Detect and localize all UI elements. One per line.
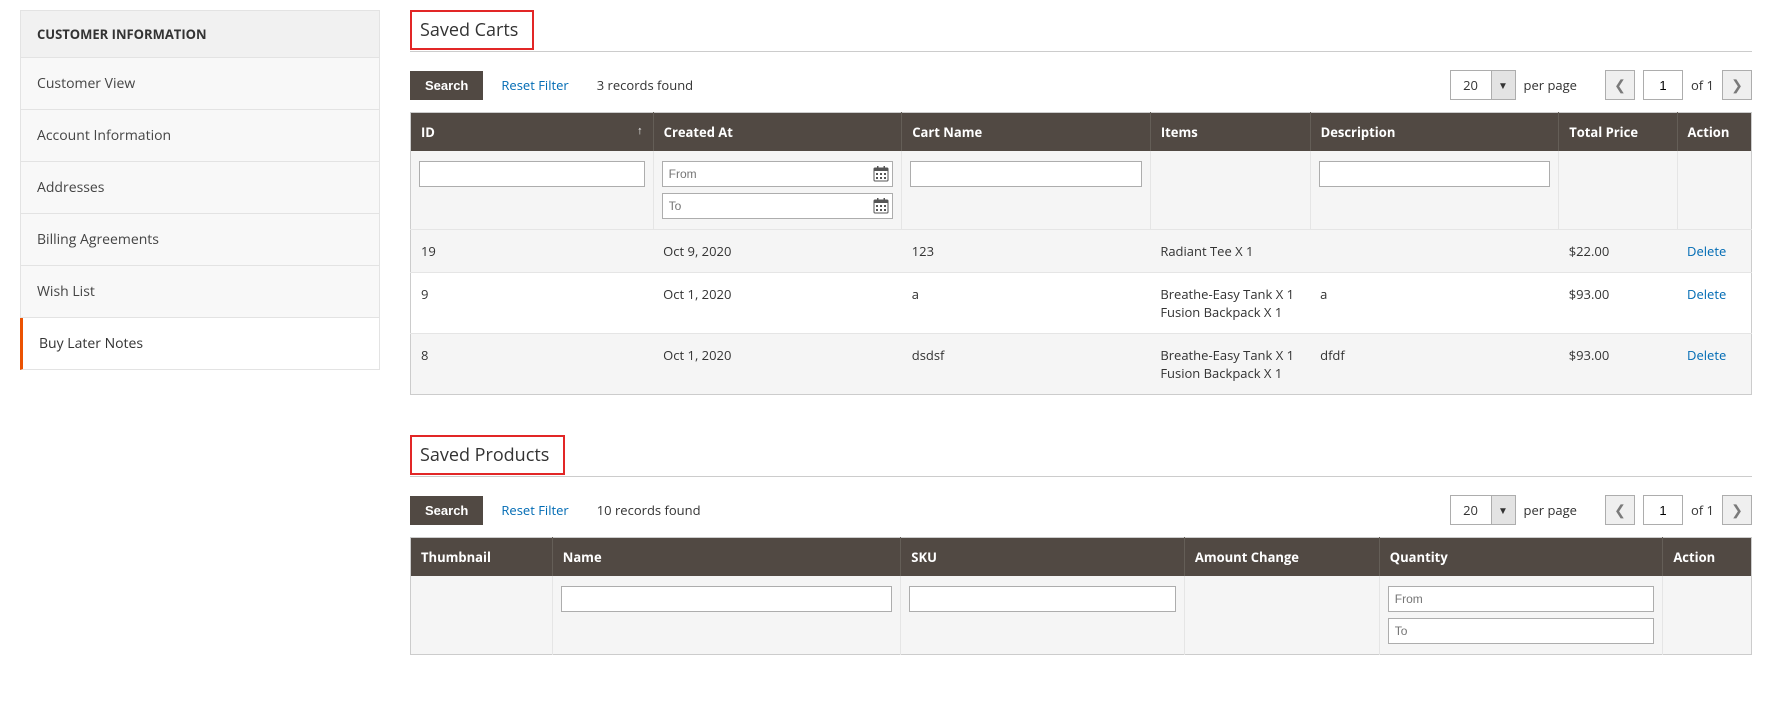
sidebar-item-label: Wish List — [37, 282, 95, 301]
saved-products-title: Saved Products — [410, 435, 565, 475]
table-row: 19 Oct 9, 2020 123 Radiant Tee X 1 $22.0… — [411, 230, 1752, 273]
cell-items: Breathe-Easy Tank X 1 Fusion Backpack X … — [1150, 334, 1310, 395]
filter-name-input[interactable] — [561, 586, 893, 612]
filter-id-input[interactable] — [419, 161, 645, 187]
col-header-sku[interactable]: SKU — [901, 538, 1185, 577]
search-button[interactable]: Search — [410, 71, 483, 100]
saved-carts-title: Saved Carts — [410, 10, 534, 50]
calendar-icon[interactable] — [873, 198, 889, 214]
cell-items: Radiant Tee X 1 — [1150, 230, 1310, 273]
reset-filter-link[interactable]: Reset Filter — [501, 76, 568, 94]
sidebar-item-addresses[interactable]: Addresses — [20, 162, 380, 214]
cell-cart-name: 123 — [902, 230, 1151, 273]
perpage-select[interactable]: 20 ▼ — [1450, 70, 1516, 100]
filter-row — [411, 576, 1752, 655]
col-header-thumbnail[interactable]: Thumbnail — [411, 538, 553, 577]
cell-created-at: Oct 1, 2020 — [653, 334, 902, 395]
filter-qty-from-input[interactable] — [1388, 586, 1655, 612]
delete-link[interactable]: Delete — [1687, 242, 1726, 260]
col-header-id[interactable]: ID↑ — [411, 113, 654, 152]
sidebar-item-label: Customer View — [37, 74, 135, 93]
filter-date-from-input[interactable] — [662, 161, 894, 187]
cell-description — [1310, 230, 1559, 273]
prev-page-button[interactable]: ❮ — [1605, 70, 1635, 100]
col-header-cart-name[interactable]: Cart Name — [902, 113, 1151, 152]
perpage-value: 20 — [1451, 496, 1491, 524]
sidebar-item-wish-list[interactable]: Wish List — [20, 266, 380, 318]
col-header-description[interactable]: Description — [1310, 113, 1559, 152]
col-header-quantity[interactable]: Quantity — [1379, 538, 1663, 577]
filter-row — [411, 151, 1752, 230]
page-of-label: of 1 — [1691, 76, 1714, 94]
page-input[interactable] — [1643, 70, 1683, 100]
filter-cart-name-input[interactable] — [910, 161, 1142, 187]
saved-products-toolbar: Search Reset Filter 10 records found 20 … — [410, 495, 1752, 525]
cell-created-at: Oct 1, 2020 — [653, 273, 902, 334]
perpage-label: per page — [1524, 501, 1577, 519]
page-of-label: of 1 — [1691, 501, 1714, 519]
cell-total-price: $93.00 — [1559, 273, 1677, 334]
saved-carts-toolbar: Search Reset Filter 3 records found 20 ▼… — [410, 70, 1752, 100]
calendar-icon[interactable] — [873, 166, 889, 182]
delete-link[interactable]: Delete — [1687, 285, 1726, 303]
reset-filter-link[interactable]: Reset Filter — [501, 501, 568, 519]
col-header-created-at[interactable]: Created At — [653, 113, 902, 152]
table-row: 9 Oct 1, 2020 a Breathe-Easy Tank X 1 Fu… — [411, 273, 1752, 334]
cell-id: 9 — [411, 273, 654, 334]
col-header-amount-change[interactable]: Amount Change — [1184, 538, 1379, 577]
cell-created-at: Oct 9, 2020 — [653, 230, 902, 273]
cell-cart-name: dsdsf — [902, 334, 1151, 395]
sort-asc-icon: ↑ — [637, 123, 643, 138]
records-found-label: 10 records found — [597, 501, 701, 519]
col-header-total-price[interactable]: Total Price — [1559, 113, 1677, 152]
search-button[interactable]: Search — [410, 496, 483, 525]
sidebar-item-label: Addresses — [37, 178, 104, 197]
col-header-action: Action — [1663, 538, 1752, 577]
cell-description: a — [1310, 273, 1559, 334]
filter-sku-input[interactable] — [909, 586, 1176, 612]
next-page-button[interactable]: ❯ — [1722, 70, 1752, 100]
prev-page-button[interactable]: ❮ — [1605, 495, 1635, 525]
cell-cart-name: a — [902, 273, 1151, 334]
sidebar-item-buy-later-notes[interactable]: Buy Later Notes — [20, 318, 380, 370]
table-row: 8 Oct 1, 2020 dsdsf Breathe-Easy Tank X … — [411, 334, 1752, 395]
filter-qty-to-input[interactable] — [1388, 618, 1655, 644]
sidebar-item-account-information[interactable]: Account Information — [20, 110, 380, 162]
saved-carts-grid: ID↑ Created At Cart Name Items Descripti… — [410, 112, 1752, 395]
cell-total-price: $22.00 — [1559, 230, 1677, 273]
col-header-action: Action — [1677, 113, 1751, 152]
cell-items: Breathe-Easy Tank X 1 Fusion Backpack X … — [1150, 273, 1310, 334]
customer-info-sidebar: CUSTOMER INFORMATION Customer View Accou… — [20, 10, 380, 655]
filter-date-to-input[interactable] — [662, 193, 894, 219]
cell-id: 8 — [411, 334, 654, 395]
sidebar-item-billing-agreements[interactable]: Billing Agreements — [20, 214, 380, 266]
chevron-down-icon[interactable]: ▼ — [1491, 496, 1515, 524]
perpage-label: per page — [1524, 76, 1577, 94]
page-input[interactable] — [1643, 495, 1683, 525]
sidebar-item-customer-view[interactable]: Customer View — [20, 58, 380, 110]
filter-description-input[interactable] — [1319, 161, 1551, 187]
records-found-label: 3 records found — [597, 76, 693, 94]
sidebar-header: CUSTOMER INFORMATION — [20, 10, 380, 58]
sidebar-item-label: Billing Agreements — [37, 230, 159, 249]
chevron-down-icon[interactable]: ▼ — [1491, 71, 1515, 99]
cell-total-price: $93.00 — [1559, 334, 1677, 395]
next-page-button[interactable]: ❯ — [1722, 495, 1752, 525]
perpage-value: 20 — [1451, 71, 1491, 99]
sidebar-item-label: Account Information — [37, 126, 171, 145]
saved-products-grid: Thumbnail Name SKU Amount Change Quantit… — [410, 537, 1752, 655]
delete-link[interactable]: Delete — [1687, 346, 1726, 364]
cell-description: dfdf — [1310, 334, 1559, 395]
col-header-name[interactable]: Name — [552, 538, 901, 577]
col-header-items[interactable]: Items — [1150, 113, 1310, 152]
perpage-select[interactable]: 20 ▼ — [1450, 495, 1516, 525]
sidebar-item-label: Buy Later Notes — [39, 334, 143, 353]
cell-id: 19 — [411, 230, 654, 273]
